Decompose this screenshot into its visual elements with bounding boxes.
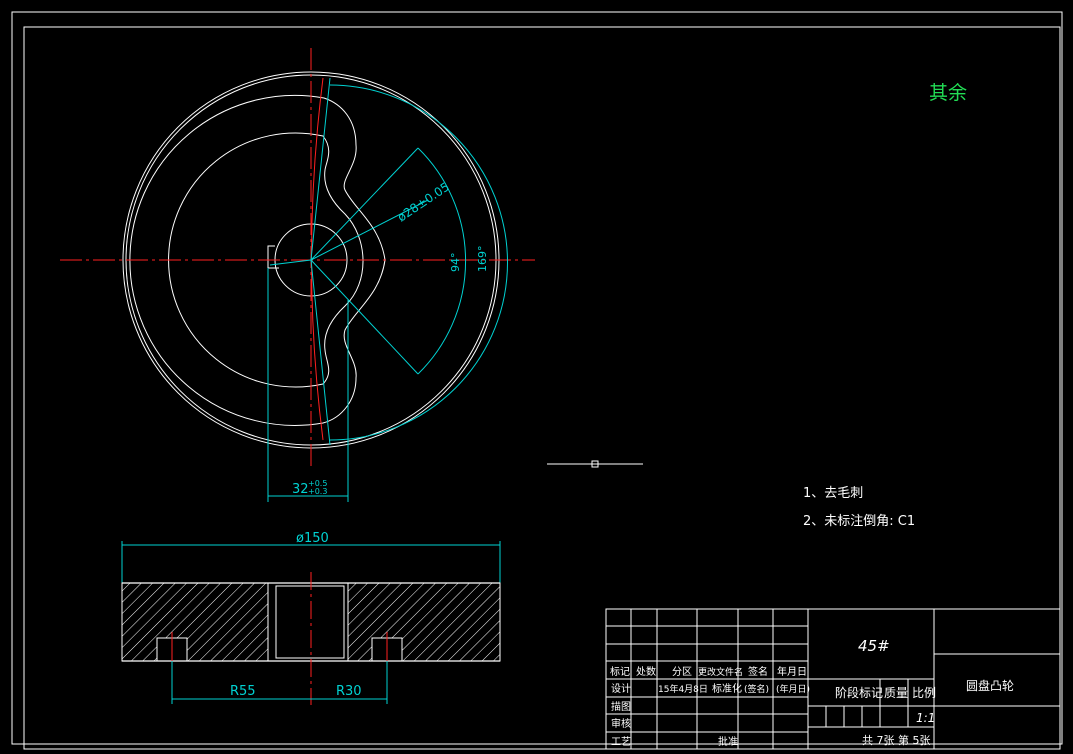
row-design-std: 标准化 bbox=[712, 682, 742, 695]
row-design-sign: (签名) bbox=[744, 683, 769, 695]
section-bore bbox=[267, 582, 349, 662]
hdr-zone: 分区 bbox=[672, 666, 692, 678]
dim-outer-dia: ø150 bbox=[296, 531, 329, 546]
stage-mark-label: 阶段标记 bbox=[835, 685, 883, 700]
dim-hub-dia: ø28±0.05 bbox=[395, 180, 452, 225]
row-design-ymd: (年月日) bbox=[776, 683, 810, 695]
roughness-note: 其余 bbox=[929, 82, 967, 104]
part-name: 圆盘凸轮 bbox=[966, 678, 1014, 693]
dim-r30: R30 bbox=[336, 684, 362, 699]
weight-label: 质量 bbox=[884, 686, 908, 700]
dim-key-tol-dn: +0.3 bbox=[308, 487, 327, 496]
ratio-label: 比例 bbox=[912, 686, 936, 700]
top-view: ø28±0.05 94° 169° 32 +0.5 +0.3 bbox=[60, 48, 535, 502]
note-2: 2、未标注倒角: C1 bbox=[803, 514, 915, 529]
row-design-date: 15年4月8日 bbox=[658, 683, 708, 695]
cad-cursor bbox=[547, 460, 643, 468]
scale-value: 1:1 bbox=[916, 711, 935, 725]
section-view: ø150 R55 R30 bbox=[121, 531, 501, 705]
row-approve: 批准 bbox=[718, 735, 738, 748]
dim-angle-small: 94° bbox=[449, 253, 462, 273]
row-drawing: 描图 bbox=[611, 700, 631, 713]
hdr-change-doc: 更改文件名 bbox=[698, 666, 743, 678]
dim-line-radial-down bbox=[310, 259, 419, 375]
section-hatch-right bbox=[347, 582, 501, 662]
sheet-info: 共 7张 第 5张 bbox=[862, 733, 931, 747]
dim-angle-large: 169° bbox=[476, 246, 489, 273]
dim-line-radial-up bbox=[310, 147, 419, 261]
note-1: 1、去毛刺 bbox=[803, 486, 863, 501]
dim-r55: R55 bbox=[230, 684, 256, 699]
row-design-label: 设计 bbox=[611, 682, 631, 695]
hdr-sign: 签名 bbox=[748, 665, 768, 678]
cad-drawing: 其余 ø28±0.05 94° 169° 32 +0.5 +0.3 ø150 R… bbox=[11, 11, 1063, 750]
section-hatch-left bbox=[121, 582, 269, 662]
hdr-count: 处数 bbox=[636, 665, 656, 678]
hdr-date: 年月日 bbox=[777, 665, 807, 678]
row-process: 工艺 bbox=[611, 736, 631, 748]
row-review: 审核 bbox=[611, 717, 631, 730]
hdr-mark: 标记 bbox=[610, 666, 630, 678]
dim-line-top bbox=[310, 77, 331, 261]
material: 45# bbox=[858, 637, 890, 655]
dim-leader-key bbox=[269, 259, 312, 266]
dim-key-base: 32 bbox=[292, 482, 309, 497]
